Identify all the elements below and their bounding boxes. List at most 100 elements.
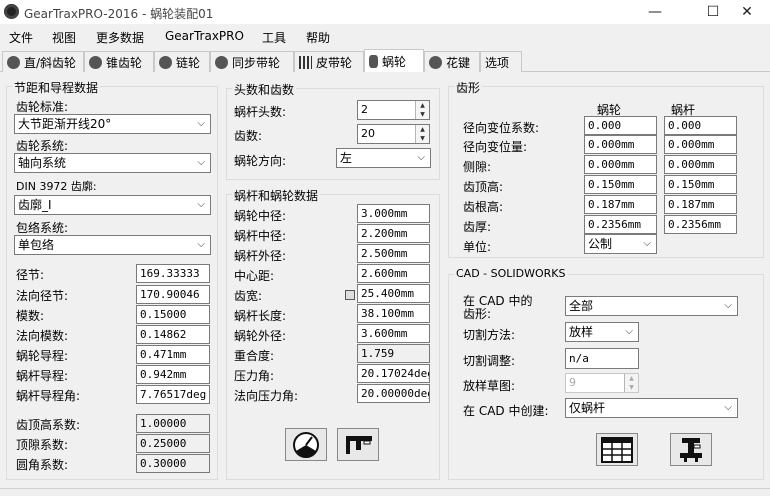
wheel-outer-dia-field[interactable]: 3.600mm	[357, 324, 430, 343]
wheel-profile-shift-field[interactable]: 0.000mm	[584, 135, 657, 154]
pressure-angle-field[interactable]: 20.17024deg	[357, 364, 430, 383]
tab-timing-pulley[interactable]: 同步带轮	[210, 51, 294, 72]
calculate-button[interactable]	[285, 428, 327, 461]
tab-spline[interactable]: 花键	[424, 51, 480, 72]
module-field[interactable]: 0.15000	[136, 305, 210, 324]
spur-gear-icon	[7, 55, 20, 69]
wheel-lead-field[interactable]: 0.471mm	[136, 345, 210, 364]
gear-system-select[interactable]: 轴向系统 ⌵	[14, 153, 211, 173]
teeth-count-label: 齿数:	[234, 129, 263, 143]
stepper-up-icon[interactable]: ▲	[415, 101, 429, 110]
chevron-down-icon: ⌵	[625, 326, 633, 337]
tab-bevel[interactable]: 锥齿轮	[84, 51, 154, 72]
worm-tooth-thickness-field[interactable]: 0.2356mm	[664, 215, 737, 234]
face-width-checkbox[interactable]	[345, 290, 355, 300]
addendum-coef-field: 1.00000	[136, 414, 210, 433]
gear-standard-label: 齿轮标准:	[16, 100, 69, 114]
status-bar	[0, 488, 770, 496]
table-icon	[601, 436, 633, 463]
tab-sprocket[interactable]: 链轮	[154, 51, 210, 72]
unit-select[interactable]: 公制 ⌵	[584, 234, 657, 254]
menu-more-data[interactable]: 更多数据	[96, 29, 144, 46]
loft-sketch-label: 放样草图:	[463, 379, 516, 393]
din-profile-label: DIN 3972 齿廓:	[16, 180, 97, 193]
stepper-down-icon[interactable]: ▼	[624, 383, 638, 392]
din-profile-select[interactable]: 齿廓_I ⌵	[14, 195, 211, 215]
menu-tools[interactable]: 工具	[262, 29, 286, 46]
stepper-down-icon[interactable]: ▼	[415, 134, 429, 143]
cad-tooth-form-select[interactable]: 全部 ⌵	[565, 296, 738, 316]
wheel-pitch-dia-field[interactable]: 3.000mm	[357, 204, 430, 223]
module-label: 模数:	[16, 309, 45, 323]
worm-backlash-field[interactable]: 0.000mm	[664, 155, 737, 174]
heads-teeth-title: 头数和齿数	[232, 81, 297, 98]
stepper-up-icon[interactable]: ▲	[415, 125, 429, 134]
envelope-system-select[interactable]: 单包络 ⌵	[14, 235, 211, 255]
tab-bar: 直/斜齿轮 锥齿轮 链轮 同步带轮 皮带轮 蜗轮 花键 选项	[0, 49, 770, 72]
menu-file[interactable]: 文件	[9, 29, 33, 46]
tab-worm-gear[interactable]: 蜗轮	[364, 49, 424, 72]
unit-label: 单位:	[463, 240, 492, 254]
worm-pitch-dia-field[interactable]: 2.200mm	[357, 224, 430, 243]
menu-help[interactable]: 帮助	[306, 29, 330, 46]
worm-profile-shift-coef-field[interactable]: 0.000	[664, 116, 737, 135]
close-button[interactable]: ✕	[724, 0, 770, 24]
diametral-pitch-label: 径节:	[16, 268, 45, 282]
worm-profile-shift-field[interactable]: 0.000mm	[664, 135, 737, 154]
profile-shift-label: 径向变位量:	[463, 140, 528, 154]
measure-button[interactable]	[337, 428, 379, 461]
tooth-form-title: 齿形	[454, 79, 483, 96]
worm-lead-field[interactable]: 0.942mm	[136, 365, 210, 384]
center-distance-field[interactable]: 2.600mm	[357, 264, 430, 283]
worm-addendum-field[interactable]: 0.150mm	[664, 175, 737, 194]
worm-length-label: 蜗杆长度:	[234, 309, 287, 323]
cut-method-select[interactable]: 放样 ⌵	[565, 322, 639, 342]
tab-spur-helical[interactable]: 直/斜齿轮	[2, 51, 84, 72]
cad-create-icon	[680, 437, 702, 462]
normal-module-field[interactable]: 0.14862	[136, 325, 210, 344]
worm-lead-angle-field[interactable]: 7.76517deg	[136, 385, 210, 404]
wheel-dedendum-field[interactable]: 0.187mm	[584, 195, 657, 214]
worm-starts-stepper[interactable]: 2 ▲ ▼	[357, 100, 430, 120]
wheel-tooth-thickness-field[interactable]: 0.2356mm	[584, 215, 657, 234]
gear-system-label: 齿轮系统:	[16, 139, 69, 153]
normal-pitch-field[interactable]: 170.90046	[136, 285, 210, 304]
face-width-field[interactable]: 25.400mm	[357, 284, 430, 303]
menu-bar: 文件 视图 更多数据 GearTraxPRO 工具 帮助	[0, 26, 770, 48]
teeth-count-stepper[interactable]: 20 ▲ ▼	[357, 124, 430, 144]
worm-outer-dia-field[interactable]: 2.500mm	[357, 244, 430, 263]
menu-geartraxpro[interactable]: GearTraxPRO	[165, 29, 244, 43]
window-title: GearTraxPRO-2016 - 蜗轮装配01	[24, 7, 214, 21]
tab-belt-pulley[interactable]: 皮带轮	[294, 51, 364, 72]
center-distance-label: 中心距:	[234, 269, 275, 283]
worm-dedendum-field[interactable]: 0.187mm	[664, 195, 737, 214]
worm-pitch-dia-label: 蜗杆中径:	[234, 229, 287, 243]
addendum-coef-label: 齿顶高系数:	[16, 418, 81, 432]
tab-options[interactable]: 选项	[480, 51, 522, 72]
caliper-icon	[346, 435, 372, 454]
wheel-lead-label: 蜗轮导程:	[16, 349, 69, 363]
create-in-cad-select[interactable]: 仅蜗杆 ⌵	[565, 398, 738, 418]
clearance-coef-label: 顶隙系数:	[16, 438, 69, 452]
belt-pulley-icon	[299, 55, 312, 69]
wheel-backlash-field[interactable]: 0.000mm	[584, 155, 657, 174]
stepper-up-icon[interactable]: ▲	[624, 374, 638, 383]
create-in-cad-button[interactable]	[670, 433, 712, 466]
normal-pressure-angle-label: 法向压力角:	[234, 389, 299, 403]
normal-pressure-angle-field[interactable]: 20.00000deg	[357, 384, 430, 403]
stepper-down-icon[interactable]: ▼	[415, 110, 429, 119]
menu-view[interactable]: 视图	[52, 29, 76, 46]
minimize-button[interactable]: —	[632, 0, 678, 24]
cut-method-label: 切割方法:	[463, 328, 516, 342]
chevron-down-icon: ⌵	[643, 238, 651, 249]
wheel-direction-select[interactable]: 左 ⌵	[336, 148, 431, 168]
worm-length-field[interactable]: 38.100mm	[357, 304, 430, 323]
table-button[interactable]	[596, 433, 638, 466]
diametral-pitch-field[interactable]: 169.33333	[136, 264, 210, 283]
wheel-profile-shift-coef-field[interactable]: 0.000	[584, 116, 657, 135]
wheel-addendum-field[interactable]: 0.150mm	[584, 175, 657, 194]
gear-standard-select[interactable]: 大节距渐开线20° ⌵	[14, 114, 211, 134]
cut-adjust-field[interactable]: n/a	[565, 348, 639, 369]
loft-sketch-stepper[interactable]: 9 ▲ ▼	[565, 373, 639, 393]
wheel-direction-label: 蜗轮方向:	[234, 154, 287, 168]
